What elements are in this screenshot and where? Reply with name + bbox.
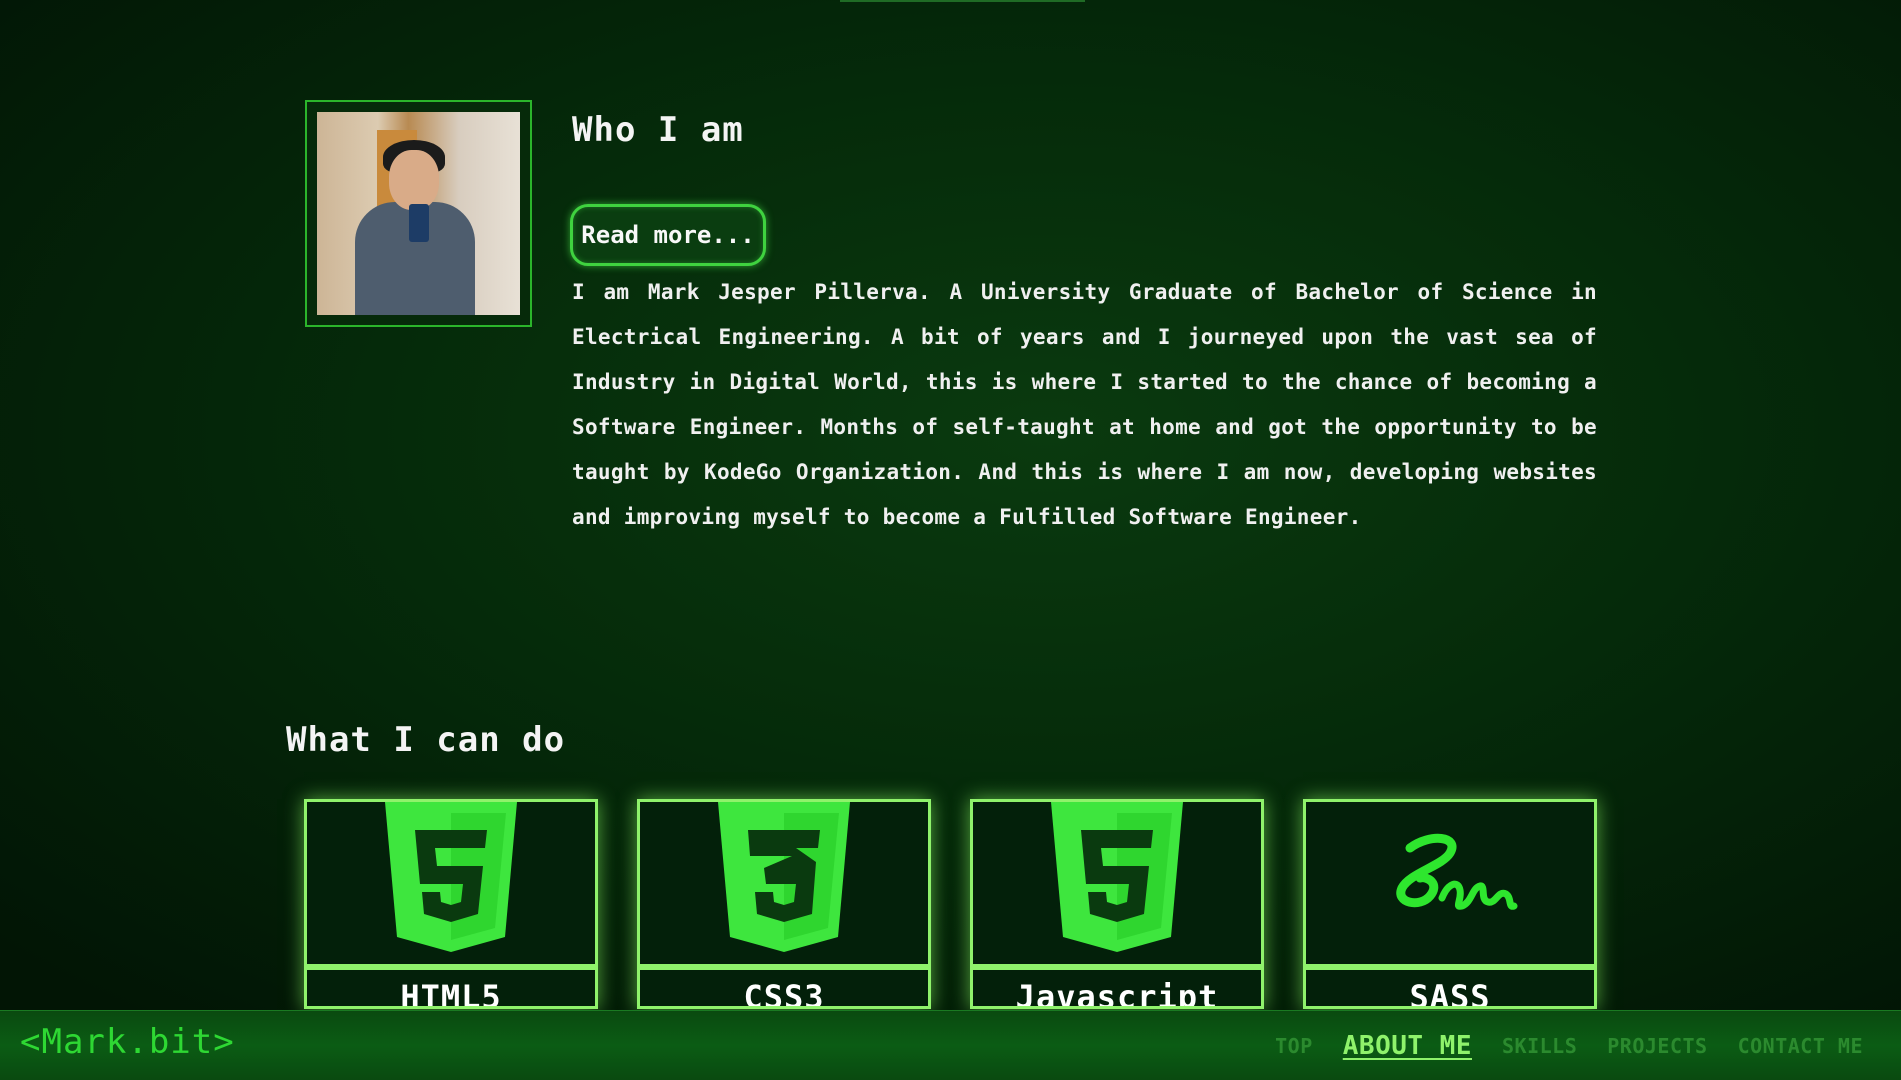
skills-list: HTML5 CSS3 Javascript SASS bbox=[304, 799, 1600, 1009]
css3-icon bbox=[640, 802, 928, 970]
read-more-button[interactable]: Read more... bbox=[570, 204, 766, 266]
skill-card-html5: HTML5 bbox=[304, 799, 598, 1009]
html5-icon bbox=[307, 802, 595, 970]
about-text: I am Mark Jesper Pillerva. A University … bbox=[572, 280, 1597, 529]
site-logo[interactable]: <Mark.bit> bbox=[20, 1022, 235, 1062]
skill-name: SASS bbox=[1409, 978, 1491, 1009]
nav-link-contact-me[interactable]: CONTACT ME bbox=[1738, 1034, 1863, 1058]
page: Who I am Read more... I am Mark Jesper P… bbox=[0, 0, 1901, 1080]
nav-link-about-me[interactable]: ABOUT ME bbox=[1343, 1031, 1472, 1061]
nav-links: TOP ABOUT ME SKILLS PROJECTS CONTACT ME bbox=[1275, 1031, 1863, 1061]
skill-card-javascript: Javascript bbox=[970, 799, 1264, 1009]
profile-photo-frame bbox=[305, 100, 532, 327]
sass-icon bbox=[1306, 802, 1594, 970]
nav-link-projects[interactable]: PROJECTS bbox=[1607, 1034, 1707, 1058]
profile-photo bbox=[317, 112, 520, 315]
javascript-icon bbox=[973, 802, 1261, 970]
skill-card-sass: SASS bbox=[1303, 799, 1597, 1009]
about-title: Who I am bbox=[572, 110, 744, 150]
skill-name: Javascript bbox=[1015, 978, 1219, 1009]
skills-title: What I can do bbox=[286, 720, 566, 760]
top-divider bbox=[840, 0, 1085, 2]
nav-link-skills[interactable]: SKILLS bbox=[1502, 1034, 1577, 1058]
skill-name: HTML5 bbox=[400, 978, 502, 1009]
nav-link-top[interactable]: TOP bbox=[1275, 1034, 1313, 1058]
skill-card-css3: CSS3 bbox=[637, 799, 931, 1009]
skill-name: CSS3 bbox=[743, 978, 825, 1009]
